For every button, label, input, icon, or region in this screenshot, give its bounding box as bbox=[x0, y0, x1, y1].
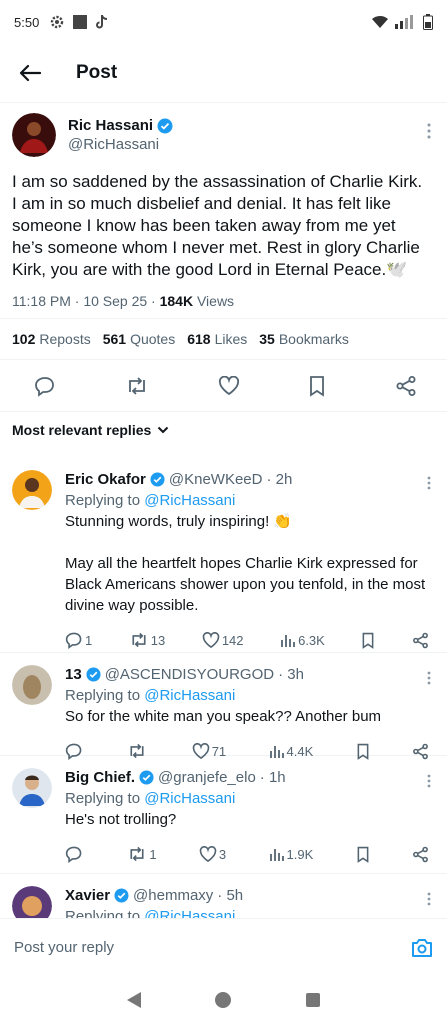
replying-to-link[interactable]: @RicHassani bbox=[144, 492, 235, 509]
views-count: 184K bbox=[159, 293, 194, 309]
post-meta: 11:18 PM · 10 Sep 25 · 184K Views bbox=[12, 293, 433, 309]
reply-author-name[interactable]: Eric Okafor bbox=[65, 469, 146, 490]
views-label: Views bbox=[193, 293, 235, 309]
verified-badge-icon bbox=[157, 118, 173, 134]
author-name[interactable]: Ric Hassani bbox=[68, 117, 153, 134]
reply-avatar[interactable] bbox=[12, 665, 52, 705]
share-icon[interactable] bbox=[395, 375, 417, 397]
reply-text-continued: May all the heartfelt hopes Charlie Kirk… bbox=[65, 555, 426, 614]
reply-share-button[interactable] bbox=[412, 632, 429, 649]
reply-author-handle[interactable]: @granjefe_elo bbox=[158, 767, 256, 788]
author-avatar[interactable] bbox=[12, 113, 56, 157]
reply-time: · 1h bbox=[259, 769, 286, 786]
reply-icon[interactable] bbox=[34, 375, 56, 397]
reply-views-button[interactable]: 6.3K bbox=[280, 630, 325, 651]
reply-time: · 2h bbox=[266, 471, 293, 488]
main-post: Ric Hassani @RicHassani I am so saddened… bbox=[0, 102, 447, 309]
reply-share-button[interactable] bbox=[412, 846, 429, 863]
reply-item[interactable]: Big Chief. @granjefe_elo · 1h Replying t… bbox=[0, 756, 447, 874]
verified-badge-icon bbox=[139, 770, 154, 785]
more-options-icon[interactable] bbox=[427, 892, 431, 906]
system-nav-bar bbox=[0, 976, 447, 1024]
reply-avatar[interactable] bbox=[12, 768, 52, 808]
replying-to-link[interactable]: @RicHassani bbox=[144, 908, 235, 918]
author-handle[interactable]: @RicHassani bbox=[68, 136, 173, 153]
post-text: I am so saddened by the assassination of… bbox=[12, 172, 423, 279]
reply-views-button[interactable]: 1.9K bbox=[269, 844, 313, 865]
post-action-bar bbox=[0, 360, 447, 412]
more-options-icon[interactable] bbox=[427, 774, 431, 788]
reply-like-button[interactable]: 3 bbox=[199, 844, 226, 865]
square-notification-icon bbox=[73, 15, 88, 29]
back-arrow-icon[interactable] bbox=[16, 59, 44, 87]
verified-badge-icon bbox=[150, 472, 165, 487]
reply-avatar[interactable] bbox=[12, 470, 52, 510]
replying-to-link[interactable]: @RicHassani bbox=[144, 687, 235, 704]
more-options-icon[interactable] bbox=[427, 671, 431, 685]
reply-avatar[interactable] bbox=[12, 886, 52, 918]
reply-time: · 3h bbox=[278, 666, 304, 683]
reply-text: So for the white man you speak?? Another… bbox=[65, 708, 382, 725]
reply-sort-dropdown[interactable]: Most relevant replies bbox=[12, 422, 169, 438]
repost-icon[interactable] bbox=[125, 375, 149, 397]
reply-compose-bar: Post your reply bbox=[0, 918, 447, 976]
status-bar: 5:50 bbox=[0, 0, 447, 44]
reply-author-handle[interactable]: @hemmaxy bbox=[133, 885, 213, 906]
more-options-icon[interactable] bbox=[427, 476, 431, 490]
post-header: Post bbox=[0, 44, 447, 102]
reply-text: He's not trolling? bbox=[65, 811, 177, 828]
reply-time: · 5h bbox=[217, 887, 244, 904]
reply-author-handle[interactable]: @KneWKeeD bbox=[169, 469, 263, 490]
status-time: 5:50 bbox=[14, 14, 40, 30]
reply-bookmark-button[interactable] bbox=[361, 632, 375, 649]
bookmarks-stat[interactable]: 35 Bookmarks bbox=[259, 331, 349, 347]
replying-to: Replying to @RicHassani bbox=[65, 687, 236, 704]
reply-bookmark-button[interactable] bbox=[356, 846, 370, 863]
chevron-down-icon bbox=[157, 426, 169, 434]
sort-label: Most relevant replies bbox=[12, 422, 152, 438]
tiktok-icon bbox=[95, 14, 109, 30]
bookmark-icon[interactable] bbox=[308, 375, 326, 397]
reply-input[interactable]: Post your reply bbox=[14, 939, 114, 956]
signal-icon bbox=[395, 15, 417, 29]
reply-author-name[interactable]: 13 bbox=[65, 664, 82, 685]
replying-to-link[interactable]: @RicHassani bbox=[144, 790, 235, 807]
page-title: Post bbox=[76, 62, 118, 83]
nav-recents-icon[interactable] bbox=[305, 993, 320, 1007]
nav-back-icon[interactable] bbox=[127, 992, 142, 1008]
nav-home-icon[interactable] bbox=[215, 992, 232, 1008]
reply-text: Stunning words, truly inspiring! 👏 bbox=[65, 513, 293, 530]
reply-author-name[interactable]: Xavier bbox=[65, 885, 110, 906]
camera-icon[interactable] bbox=[411, 938, 433, 958]
reply-repost-button[interactable]: 1 bbox=[127, 844, 157, 865]
settings-gear-icon bbox=[49, 14, 65, 30]
replying-to: Replying to @RicHassani bbox=[65, 790, 236, 807]
post-stats: 102 Reposts 561 Quotes 618 Likes 35 Bookmark… bbox=[0, 318, 447, 360]
reply-reply-button[interactable]: 1 bbox=[65, 630, 92, 651]
replying-to: Replying to @RicHassani bbox=[65, 906, 433, 918]
reply-author-handle[interactable]: @ASCENDISYOURGOD bbox=[105, 664, 274, 685]
wifi-icon bbox=[371, 15, 389, 29]
reply-item[interactable]: Xavier @hemmaxy · 5h Replying to @RicHas… bbox=[0, 874, 447, 918]
reply-repost-button[interactable]: 13 bbox=[129, 630, 165, 651]
reply-author-name[interactable]: Big Chief. bbox=[65, 767, 135, 788]
verified-badge-icon bbox=[114, 888, 129, 903]
replying-to: Replying to @RicHassani bbox=[65, 492, 236, 509]
reposts-stat[interactable]: 102 Reposts bbox=[12, 331, 91, 347]
quotes-stat[interactable]: 561 Quotes bbox=[103, 331, 176, 347]
likes-stat[interactable]: 618 Likes bbox=[187, 331, 247, 347]
battery-icon bbox=[423, 14, 433, 30]
more-options-icon[interactable] bbox=[427, 123, 431, 139]
reply-like-button[interactable]: 142 bbox=[202, 630, 244, 651]
reply-item[interactable]: Eric Okafor @KneWKeeD · 2h Replying to @… bbox=[0, 458, 447, 653]
verified-badge-icon bbox=[86, 667, 101, 682]
reply-item[interactable]: 13 @ASCENDISYOURGOD · 3h Replying to @Ri… bbox=[0, 653, 447, 760]
post-timestamp: 11:18 PM · 10 Sep 25 · bbox=[12, 293, 160, 309]
like-icon[interactable] bbox=[218, 375, 240, 396]
reply-reply-button[interactable] bbox=[65, 845, 85, 863]
